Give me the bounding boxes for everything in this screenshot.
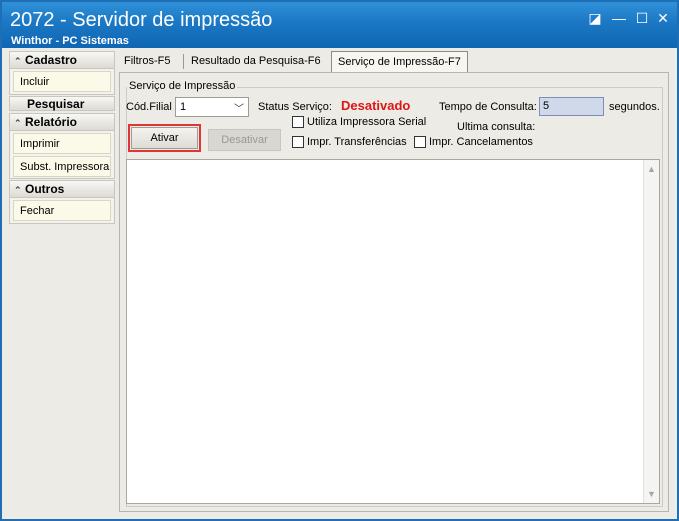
sidebar-item-imprimir[interactable]: Imprimir	[13, 133, 111, 154]
chevron-up-icon: ⌃	[14, 185, 22, 195]
log-memo[interactable]: ▲ ▼	[126, 159, 660, 504]
window-title: 2072 - Servidor de impressão	[10, 9, 273, 31]
tab-separator	[183, 54, 184, 69]
title-bar[interactable]: 2072 - Servidor de impressão Winthor - P…	[2, 2, 677, 48]
sidebar-header-label: Relatório	[25, 115, 78, 129]
checkbox-label: Utiliza Impressora Serial	[307, 116, 427, 128]
sidebar-item-fechar[interactable]: Fechar	[13, 200, 111, 221]
chevron-down-icon[interactable]: ﹀	[234, 100, 244, 115]
filial-select[interactable]: 1 ﹀	[175, 97, 249, 117]
status-badge: Desativado	[341, 98, 411, 113]
sidebar-item-subst-impressora[interactable]: Subst. Impressora	[13, 156, 111, 177]
status-label: Status Serviço:	[258, 101, 332, 113]
checkbox-label: Impr. Transferências	[307, 136, 407, 148]
restore-icon[interactable]: ◪	[586, 10, 604, 26]
desativar-button[interactable]: Desativar	[208, 129, 281, 151]
tempo-consulta-input[interactable]: 5	[539, 97, 604, 116]
tab-filtros[interactable]: Filtros-F5	[118, 51, 176, 72]
sidebar-header-label: Outros	[25, 182, 65, 196]
filial-label: Cód.Filial	[126, 101, 172, 113]
sidebar-header-outros[interactable]: ⌃ Outros	[10, 181, 114, 198]
sidebar-header-label: Cadastro	[25, 53, 78, 67]
checkbox-impressora-serial[interactable]: Utiliza Impressora Serial	[292, 116, 426, 128]
minimize-button[interactable]: —	[610, 10, 628, 26]
tab-servico-impressao[interactable]: Serviço de Impressão-F7	[331, 51, 468, 73]
checkbox-box[interactable]	[292, 116, 304, 128]
checkbox-box[interactable]	[292, 136, 304, 148]
sidebar-item-pesquisar[interactable]: Pesquisar	[9, 96, 115, 111]
ultima-consulta-label: Ultima consulta:	[457, 121, 536, 133]
tab-resultado-pesquisa[interactable]: Resultado da Pesquisa-F6	[185, 51, 327, 72]
maximize-button[interactable]: ☐	[633, 10, 651, 26]
scroll-up-icon[interactable]: ▲	[644, 162, 659, 176]
checkbox-impr-transferencias[interactable]: Impr. Transferências	[292, 136, 407, 148]
segundos-label: segundos.	[609, 101, 660, 113]
sidebar: ⌃ Cadastro Incluir Pesquisar ⌃ Relatório I…	[9, 51, 115, 512]
checkbox-impr-cancelamentos[interactable]: Impr. Cancelamentos	[414, 136, 533, 148]
sidebar-header-relatorio[interactable]: ⌃ Relatório	[10, 114, 114, 131]
sidebar-group-cadastro: ⌃ Cadastro Incluir	[9, 51, 115, 95]
vertical-scrollbar[interactable]: ▲ ▼	[643, 160, 659, 503]
sidebar-item-incluir[interactable]: Incluir	[13, 71, 111, 92]
checkbox-box[interactable]	[414, 136, 426, 148]
tempo-consulta-label: Tempo de Consulta:	[439, 101, 537, 113]
ativar-button[interactable]: Ativar	[131, 127, 198, 149]
checkbox-label: Impr. Cancelamentos	[429, 136, 533, 148]
filial-value: 1	[180, 101, 187, 113]
groupbox-title: Serviço de Impressão	[127, 80, 238, 92]
close-button[interactable]: ✕	[654, 10, 672, 26]
chevron-up-icon: ⌃	[14, 56, 22, 66]
sidebar-group-relatorio: ⌃ Relatório Imprimir Subst. Impressora	[9, 113, 115, 179]
scroll-down-icon[interactable]: ▼	[644, 487, 659, 501]
chevron-up-icon: ⌃	[14, 118, 22, 128]
sidebar-header-cadastro[interactable]: ⌃ Cadastro	[10, 52, 114, 69]
window-subtitle: Winthor - PC Sistemas	[11, 35, 129, 47]
sidebar-group-outros: ⌃ Outros Fechar	[9, 180, 115, 224]
